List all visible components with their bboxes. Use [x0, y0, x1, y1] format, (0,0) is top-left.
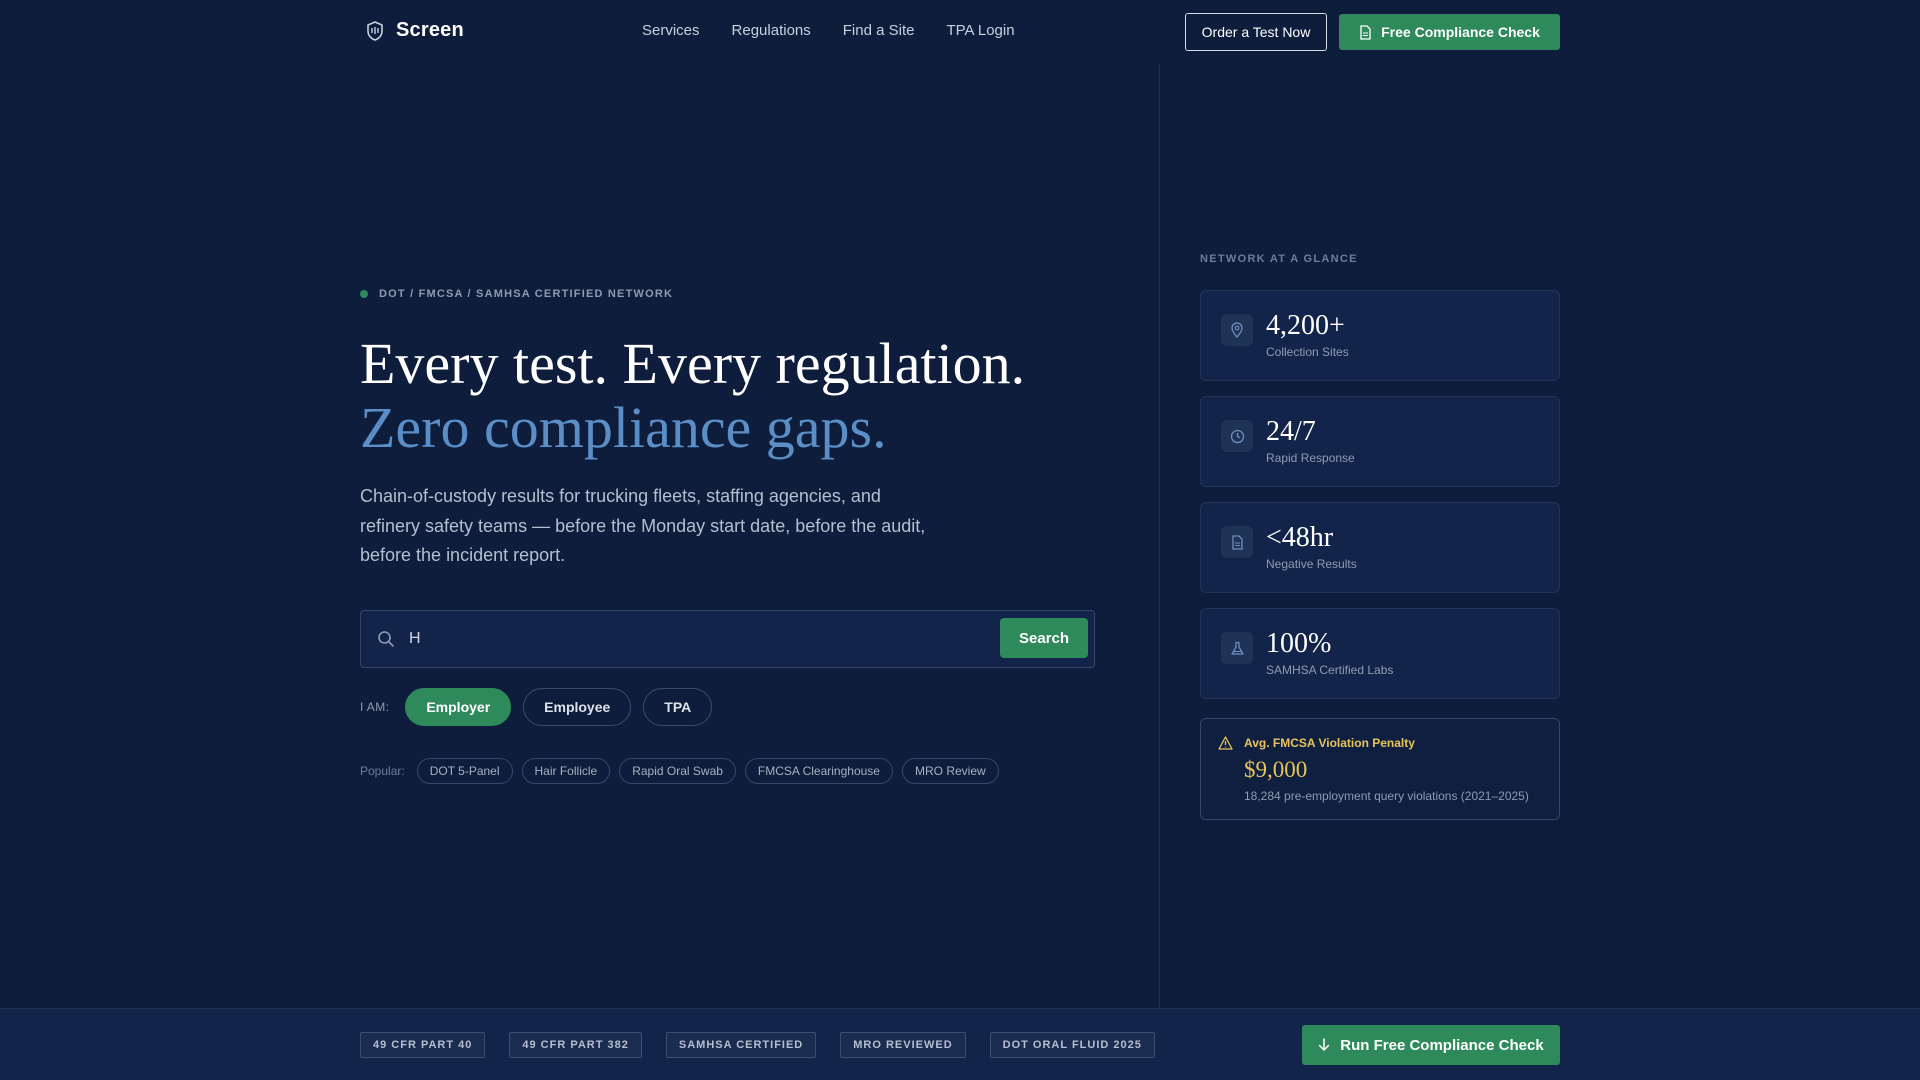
popular-tag[interactable]: FMCSA Clearinghouse [744, 758, 893, 784]
regulation-badge: MRO REVIEWED [840, 1032, 966, 1058]
order-test-button[interactable]: Order a Test Now [1185, 13, 1327, 51]
panel-title: NETWORK AT A GLANCE [1200, 253, 1358, 265]
popular-searches: Popular: DOT 5-Panel Hair Follicle Rapid… [360, 758, 1008, 784]
regulation-badge: 49 CFR PART 382 [509, 1032, 642, 1058]
top-nav: Screen Services Regulations Find a Site … [0, 0, 1920, 64]
headline-line-2: Zero compliance gaps. [360, 395, 887, 460]
nav-link-regulations[interactable]: Regulations [732, 22, 811, 39]
penalty-card: Avg. FMCSA Violation Penalty $9,000 18,2… [1200, 718, 1560, 820]
hero-subtext: Chain-of-custody results for trucking fl… [360, 486, 926, 565]
nav-link-services[interactable]: Services [642, 22, 700, 39]
status-dot-icon [360, 290, 368, 298]
warning-icon [1218, 736, 1233, 750]
popular-tag[interactable]: MRO Review [901, 758, 999, 784]
vertical-divider [1159, 64, 1160, 1008]
shield-icon [367, 20, 383, 41]
stat-card-rapid-response: 24/7 Rapid Response [1200, 396, 1560, 487]
map-pin-icon [1221, 314, 1253, 346]
run-compliance-check-button[interactable]: Run Free Compliance Check [1302, 1025, 1560, 1065]
brand-name: Screen [396, 19, 464, 41]
role-selector: I AM: Employer Employee TPA [360, 688, 724, 726]
stat-card-negative-results: <48hr Negative Results [1200, 502, 1560, 593]
free-compliance-check-label: Free Compliance Check [1381, 24, 1540, 40]
stat-card-collection-sites: 4,200+ Collection Sites [1200, 290, 1560, 381]
document-icon [1360, 24, 1371, 40]
regulation-badge: DOT ORAL FLUID 2025 [989, 1032, 1155, 1058]
popular-tag[interactable]: DOT 5-Panel [416, 758, 513, 784]
stat-value: 4,200+ [1266, 310, 1345, 341]
role-pill-employee[interactable]: Employee [523, 688, 632, 726]
stat-label: SAMHSA Certified Labs [1266, 663, 1394, 677]
stat-value: <48hr [1266, 522, 1334, 553]
flask-icon [1221, 632, 1253, 664]
hero-headline: Every test. Every regulation. Zero compl… [360, 332, 1025, 460]
regulation-badge: 49 CFR PART 40 [360, 1032, 486, 1058]
nav-link-find-a-site[interactable]: Find a Site [843, 22, 915, 39]
document-icon [1221, 526, 1253, 558]
popular-label: Popular: [360, 764, 405, 778]
popular-tag[interactable]: Hair Follicle [521, 758, 611, 784]
stat-value: 100% [1266, 628, 1332, 659]
free-compliance-check-button[interactable]: Free Compliance Check [1339, 14, 1560, 50]
search-bar: Search [360, 610, 1095, 668]
search-input[interactable] [409, 621, 949, 657]
stat-label: Rapid Response [1266, 451, 1355, 465]
brand-logo[interactable]: Screen [366, 19, 464, 42]
role-pill-tpa[interactable]: TPA [643, 688, 713, 726]
penalty-title: Avg. FMCSA Violation Penalty [1244, 736, 1415, 750]
eyebrow-text: DOT / FMCSA / SAMHSA CERTIFIED NETWORK [379, 288, 674, 300]
headline-line-1: Every test. Every regulation. [360, 331, 1026, 396]
penalty-note: 18,284 pre-employment query violations (… [1244, 789, 1529, 803]
role-selector-label: I AM: [360, 700, 390, 714]
popular-tag[interactable]: Rapid Oral Swab [619, 758, 736, 784]
stat-label: Negative Results [1266, 557, 1357, 571]
arrow-down-icon [1319, 1038, 1330, 1051]
stat-value: 24/7 [1266, 416, 1316, 447]
stat-label: Collection Sites [1266, 345, 1349, 359]
clock-icon [1221, 420, 1253, 452]
search-icon [378, 631, 394, 647]
nav-links: Services Regulations Find a Site TPA Log… [642, 22, 1015, 39]
footer-bar: 49 CFR PART 40 49 CFR PART 382 SAMHSA CE… [0, 1008, 1920, 1080]
nav-link-tpa-login[interactable]: TPA Login [946, 22, 1014, 39]
run-compliance-check-label: Run Free Compliance Check [1340, 1036, 1544, 1054]
stat-card-certified-labs: 100% SAMHSA Certified Labs [1200, 608, 1560, 699]
regulation-badge: SAMHSA CERTIFIED [665, 1032, 817, 1058]
hero-eyebrow: DOT / FMCSA / SAMHSA CERTIFIED NETWORK [360, 288, 673, 300]
search-button[interactable]: Search [1000, 618, 1088, 658]
penalty-value: $9,000 [1244, 757, 1308, 782]
regulation-badges: 49 CFR PART 40 49 CFR PART 382 SAMHSA CE… [360, 1032, 1155, 1058]
role-pill-employer[interactable]: Employer [405, 688, 512, 726]
